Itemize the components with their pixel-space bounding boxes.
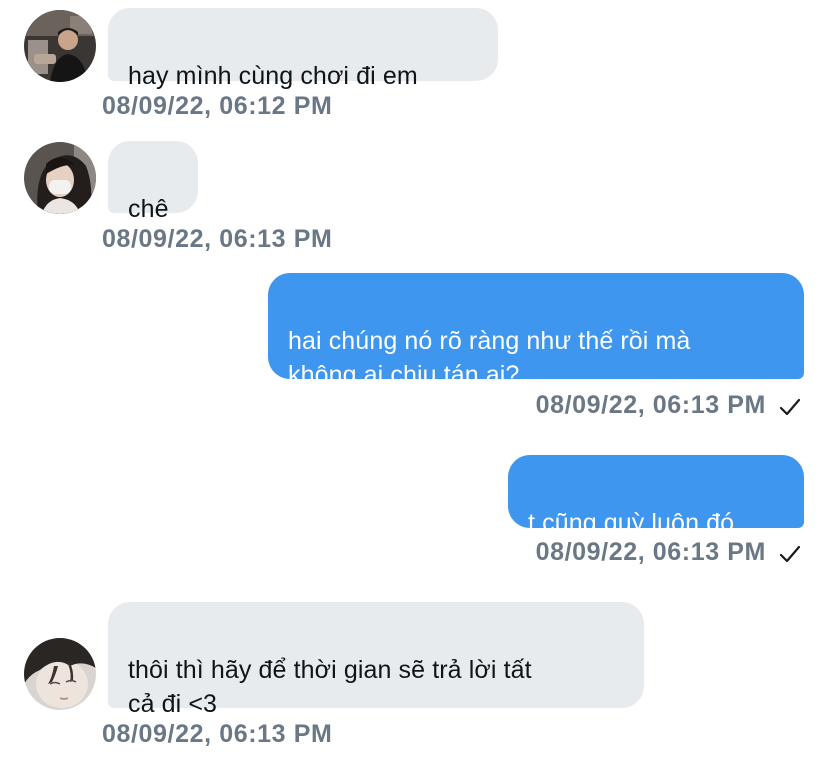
message-timestamp: 08/09/22, 06:13 PM (102, 720, 333, 748)
avatar[interactable] (24, 638, 96, 710)
check-icon (776, 391, 804, 421)
avatar-man-dark-shirt-icon (24, 10, 96, 82)
message-text: hai chúng nó rõ ràng như thế rồi mà khôn… (288, 327, 691, 389)
message-bubble-outgoing[interactable]: t cũng quỳ luôn đó (508, 455, 804, 537)
check-icon (776, 538, 804, 568)
message-bubble-incoming[interactable]: thôi thì hãy để thời gian sẽ trả lời tất… (108, 602, 644, 718)
avatar-boy-face-closeup-icon (24, 638, 96, 710)
message-bubble-outgoing[interactable]: hai chúng nó rõ ràng như thế rồi mà khôn… (268, 273, 804, 389)
avatar-girl-white-mask-icon (24, 142, 96, 214)
message-timestamp: 08/09/22, 06:13 PM (535, 538, 766, 566)
message-timestamp: 08/09/22, 06:13 PM (535, 391, 766, 419)
message-bubble-incoming[interactable]: hay mình cùng chơi đi em (108, 8, 498, 90)
message-timestamp: 08/09/22, 06:12 PM (102, 92, 333, 120)
message-text: thôi thì hãy để thời gian sẽ trả lời tất… (128, 656, 532, 718)
message-timestamp: 08/09/22, 06:13 PM (102, 225, 333, 253)
message-text: hay mình cùng chơi đi em (128, 62, 418, 90)
avatar[interactable] (24, 10, 96, 82)
message-text: t cũng quỳ luôn đó (528, 509, 735, 537)
message-bubble-incoming[interactable]: chê (108, 141, 198, 223)
avatar[interactable] (24, 142, 96, 214)
message-text: chê (128, 195, 169, 223)
